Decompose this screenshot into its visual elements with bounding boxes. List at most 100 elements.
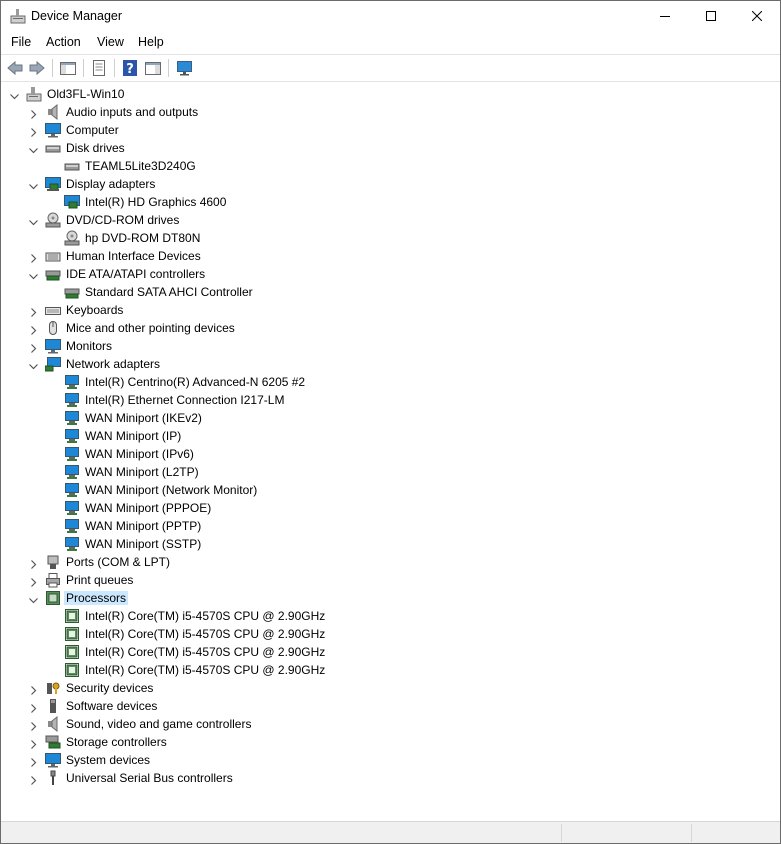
chevron-right-icon[interactable] [29, 684, 38, 695]
tree-device[interactable]: Intel(R) HD Graphics 4600 [1, 193, 780, 211]
tree-device[interactable]: Intel(R) Ethernet Connection I217-LM [1, 391, 780, 409]
menu-file[interactable]: File [11, 35, 31, 49]
menu-help[interactable]: Help [138, 35, 164, 49]
tree-device[interactable]: WAN Miniport (L2TP) [1, 463, 780, 481]
chevron-right-icon[interactable] [29, 108, 38, 119]
action-pane-icon[interactable] [144, 59, 162, 77]
help-icon[interactable]: ? [121, 59, 139, 77]
properties-icon[interactable] [90, 59, 108, 77]
tree-category-label: Print queues [66, 573, 134, 587]
chevron-right-icon[interactable] [29, 756, 38, 767]
tree-device[interactable]: WAN Miniport (PPPOE) [1, 499, 780, 517]
tree-category[interactable]: Storage controllers [1, 733, 780, 751]
tree-category[interactable]: Network adapters [1, 355, 780, 373]
tree-device-label: WAN Miniport (IKEv2) [85, 411, 202, 425]
tree-category-label: System devices [66, 753, 151, 767]
chevron-right-icon[interactable] [29, 342, 38, 353]
chevron-right-icon[interactable] [29, 558, 38, 569]
tree-category[interactable]: IDE ATA/ATAPI controllers [1, 265, 780, 283]
tree-category[interactable]: Mice and other pointing devices [1, 319, 780, 337]
tree-device[interactable]: Intel(R) Centrino(R) Advanced-N 6205 #2 [1, 373, 780, 391]
tree-category-label: Human Interface Devices [66, 249, 201, 263]
tree-device[interactable]: WAN Miniport (IP) [1, 427, 780, 445]
device-manager-app-icon [10, 8, 26, 24]
tree-device-label: WAN Miniport (PPPOE) [85, 501, 212, 515]
security-device-icon [45, 680, 61, 696]
disk-device-icon [64, 158, 80, 174]
tree-device[interactable]: WAN Miniport (Network Monitor) [1, 481, 780, 499]
tree-category[interactable]: Monitors [1, 337, 780, 355]
tree-category[interactable]: Universal Serial Bus controllers [1, 769, 780, 787]
tree-device[interactable]: Standard SATA AHCI Controller [1, 283, 780, 301]
maximize-button[interactable] [688, 1, 734, 32]
tree-device[interactable]: WAN Miniport (IPv6) [1, 445, 780, 463]
tree-device[interactable]: Intel(R) Core(TM) i5-4570S CPU @ 2.90GHz [1, 607, 780, 625]
network-device-icon [64, 482, 80, 498]
title-bar[interactable]: Device Manager [1, 1, 780, 32]
tree-category[interactable]: Sound, video and game controllers [1, 715, 780, 733]
minimize-button[interactable] [642, 1, 688, 32]
tree-category[interactable]: Display adapters [1, 175, 780, 193]
menu-action[interactable]: Action [46, 35, 81, 49]
tree-device[interactable]: WAN Miniport (IKEv2) [1, 409, 780, 427]
tree-category[interactable]: Print queues [1, 571, 780, 589]
chevron-down-icon[interactable] [29, 216, 38, 226]
tree-device-label: WAN Miniport (IPv6) [85, 447, 194, 461]
chevron-right-icon[interactable] [29, 774, 38, 785]
toolbar-separator [52, 59, 53, 77]
close-button[interactable] [734, 1, 780, 32]
tree-category[interactable]: Human Interface Devices [1, 247, 780, 265]
chevron-right-icon[interactable] [29, 738, 38, 749]
chevron-down-icon[interactable] [29, 270, 38, 280]
tree-device[interactable]: WAN Miniport (SSTP) [1, 535, 780, 553]
tree-category-label: Software devices [66, 699, 158, 713]
chevron-right-icon[interactable] [29, 576, 38, 587]
tree-device[interactable]: Intel(R) Core(TM) i5-4570S CPU @ 2.90GHz [1, 625, 780, 643]
chevron-right-icon[interactable] [29, 720, 38, 731]
forward-arrow-icon[interactable] [28, 59, 46, 77]
chevron-right-icon[interactable] [29, 126, 38, 137]
tree-category[interactable]: Software devices [1, 697, 780, 715]
tree-root[interactable]: Old3FL-Win10 [1, 85, 780, 103]
tree-device[interactable]: WAN Miniport (PPTP) [1, 517, 780, 535]
tree-category[interactable]: DVD/CD-ROM drives [1, 211, 780, 229]
device-tree[interactable]: Old3FL-Win10 Audio inputs and outputs Comp… [1, 85, 780, 815]
tree-device-label: hp DVD-ROM DT80N [85, 231, 201, 245]
tree-category-label: IDE ATA/ATAPI controllers [66, 267, 206, 281]
chevron-right-icon[interactable] [29, 702, 38, 713]
tree-category-label: Universal Serial Bus controllers [66, 771, 233, 785]
scan-hardware-icon[interactable] [176, 59, 194, 77]
tree-category[interactable]: Keyboards [1, 301, 780, 319]
tree-device-label: Intel(R) Core(TM) i5-4570S CPU @ 2.90GHz [85, 645, 326, 659]
tree-category[interactable]: Disk drives [1, 139, 780, 157]
tree-category[interactable]: System devices [1, 751, 780, 769]
tree-device[interactable]: Intel(R) Core(TM) i5-4570S CPU @ 2.90GHz [1, 643, 780, 661]
back-arrow-icon[interactable] [6, 59, 24, 77]
chevron-down-icon[interactable] [29, 180, 38, 190]
chevron-down-icon[interactable] [10, 90, 19, 100]
tree-device[interactable]: TEAML5Lite3D240G [1, 157, 780, 175]
chevron-down-icon[interactable] [29, 144, 38, 154]
tree-category[interactable]: Audio inputs and outputs [1, 103, 780, 121]
chevron-right-icon[interactable] [29, 306, 38, 317]
software-device-icon [45, 698, 61, 714]
tree-category[interactable]: Ports (COM & LPT) [1, 553, 780, 571]
chevron-down-icon[interactable] [29, 360, 38, 370]
tree-device[interactable]: hp DVD-ROM DT80N [1, 229, 780, 247]
tree-device-label: WAN Miniport (PPTP) [85, 519, 202, 533]
tree-category[interactable]: Processors [1, 589, 780, 607]
computer-icon [45, 122, 61, 138]
show-hide-console-tree-icon[interactable] [59, 59, 77, 77]
menu-view[interactable]: View [97, 35, 124, 49]
ide-controller-icon [45, 266, 61, 282]
svg-text:?: ? [126, 62, 134, 77]
tree-category-label: Audio inputs and outputs [66, 105, 199, 119]
tree-device[interactable]: Intel(R) Core(TM) i5-4570S CPU @ 2.90GHz [1, 661, 780, 679]
tree-category[interactable]: Security devices [1, 679, 780, 697]
chevron-right-icon[interactable] [29, 252, 38, 263]
tree-category-label: DVD/CD-ROM drives [66, 213, 180, 227]
tree-category[interactable]: Computer [1, 121, 780, 139]
chevron-down-icon[interactable] [29, 594, 38, 604]
network-device-icon [64, 500, 80, 516]
chevron-right-icon[interactable] [29, 324, 38, 335]
